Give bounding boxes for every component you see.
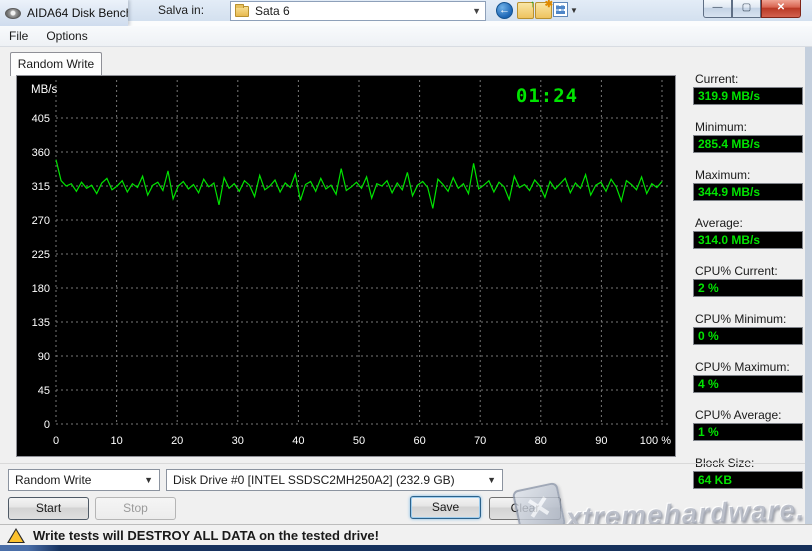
svg-text:60: 60 — [413, 435, 425, 447]
window-right-border — [805, 47, 812, 524]
chevron-down-icon[interactable]: ▼ — [472, 6, 481, 16]
close-button[interactable]: ✕ — [761, 0, 801, 18]
chevron-down-icon[interactable]: ▼ — [487, 475, 496, 485]
window-title: AIDA64 Disk Bench — [27, 6, 128, 20]
stat-value-cpu-minimum: 0 % — [693, 327, 803, 345]
save-location-value: Sata 6 — [255, 4, 290, 18]
menu-file[interactable]: File — [0, 27, 37, 45]
stats-panel: Current: 319.9 MB/s Minimum: 285.4 MB/s … — [693, 72, 807, 504]
back-icon[interactable]: ← — [496, 2, 513, 19]
svg-text:100 %: 100 % — [640, 435, 671, 447]
stat-label-cpu-maximum: CPU% Maximum: — [695, 360, 790, 374]
taskbar-sliver — [0, 545, 812, 551]
stat-label-cpu-current: CPU% Current: — [695, 264, 778, 278]
separator-line — [0, 463, 812, 464]
window-controls: — ▢ ✕ — [703, 0, 801, 18]
svg-text:90: 90 — [38, 351, 50, 363]
svg-text:30: 30 — [232, 435, 244, 447]
svg-text:0: 0 — [53, 435, 59, 447]
svg-text:315: 315 — [32, 181, 50, 193]
title-bar[interactable]: AIDA64 Disk Bench — [0, 0, 128, 26]
svg-text:90: 90 — [595, 435, 607, 447]
stat-label-cpu-average: CPU% Average: — [695, 408, 782, 422]
tab-random-write[interactable]: Random Write — [10, 52, 102, 76]
svg-text:270: 270 — [32, 215, 50, 227]
svg-text:50: 50 — [353, 435, 365, 447]
drive-combobox[interactable]: Disk Drive #0 [INTEL SSDSC2MH250A2] (232… — [166, 469, 503, 491]
svg-text:0: 0 — [44, 419, 50, 431]
svg-text:80: 80 — [535, 435, 547, 447]
folder-icon — [235, 3, 249, 17]
menu-bar: File Options — [0, 26, 812, 47]
save-in-label: Salva in: — [158, 3, 205, 17]
new-folder-icon[interactable]: ✱ — [535, 0, 553, 19]
stat-value-block-size: 64 KB — [693, 471, 803, 489]
disk-icon — [5, 7, 21, 19]
stat-value-average: 314.0 MB/s — [693, 231, 803, 249]
stat-value-cpu-average: 1 % — [693, 423, 803, 441]
stop-button[interactable]: Stop — [95, 497, 176, 520]
start-button[interactable]: Start — [8, 497, 89, 520]
save-location-combobox[interactable]: Sata 6 ▼ — [230, 1, 486, 21]
benchmark-chart: 405 360 315 270 225 180 135 90 45 0 0 10 20 30 40 50 60 7… — [16, 75, 676, 457]
svg-text:20: 20 — [171, 435, 183, 447]
svg-text:225: 225 — [32, 249, 50, 261]
menu-options[interactable]: Options — [37, 27, 96, 45]
warning-icon — [7, 527, 25, 543]
svg-text:MB/s: MB/s — [31, 84, 57, 96]
stat-value-maximum: 344.9 MB/s — [693, 183, 803, 201]
svg-text:70: 70 — [474, 435, 486, 447]
test-type-value: Random Write — [15, 473, 92, 487]
svg-text:45: 45 — [38, 385, 50, 397]
stat-label-average: Average: — [695, 216, 743, 230]
screen: Salva in: Sata 6 ▼ ← ↑ ✱ ▼ — ▢ ✕ AIDA64 … — [0, 0, 812, 551]
views-grid-glyph — [556, 5, 565, 14]
stat-label-minimum: Minimum: — [695, 120, 748, 134]
warning-text: Write tests will DESTROY ALL DATA on the… — [33, 527, 379, 543]
stat-value-minimum: 285.4 MB/s — [693, 135, 803, 153]
chevron-down-icon[interactable]: ▼ — [144, 475, 153, 485]
chart-canvas: 405 360 315 270 225 180 135 90 45 00 10 20 30 40 50 60 7… — [31, 80, 671, 447]
views-icon[interactable] — [553, 2, 568, 17]
stat-label-maximum: Maximum: — [695, 168, 751, 182]
svg-text:10: 10 — [110, 435, 122, 447]
maximize-button[interactable]: ▢ — [732, 0, 761, 18]
stat-label-cpu-minimum: CPU% Minimum: — [695, 312, 787, 326]
up-folder-icon[interactable]: ↑ — [517, 0, 535, 19]
stat-value-current: 319.9 MB/s — [693, 87, 803, 105]
minimize-button[interactable]: — — [703, 0, 732, 18]
new-badge-glyph: ✱ — [544, 0, 553, 10]
svg-text:405: 405 — [32, 113, 50, 125]
save-button[interactable]: Save — [410, 496, 481, 519]
views-caret-icon[interactable]: ▼ — [570, 6, 578, 15]
svg-text:360: 360 — [32, 147, 50, 159]
svg-text:180: 180 — [32, 283, 50, 295]
stat-value-cpu-current: 2 % — [693, 279, 803, 297]
svg-text:135: 135 — [32, 317, 50, 329]
stat-label-current: Current: — [695, 72, 739, 86]
stat-value-cpu-maximum: 4 % — [693, 375, 803, 393]
elapsed-time: 01:24 — [515, 85, 579, 107]
svg-text:40: 40 — [292, 435, 304, 447]
warning-bar: Write tests will DESTROY ALL DATA on the… — [0, 524, 812, 545]
drive-value: Disk Drive #0 [INTEL SSDSC2MH250A2] (232… — [173, 473, 455, 487]
test-type-combobox[interactable]: Random Write ▼ — [8, 469, 160, 491]
